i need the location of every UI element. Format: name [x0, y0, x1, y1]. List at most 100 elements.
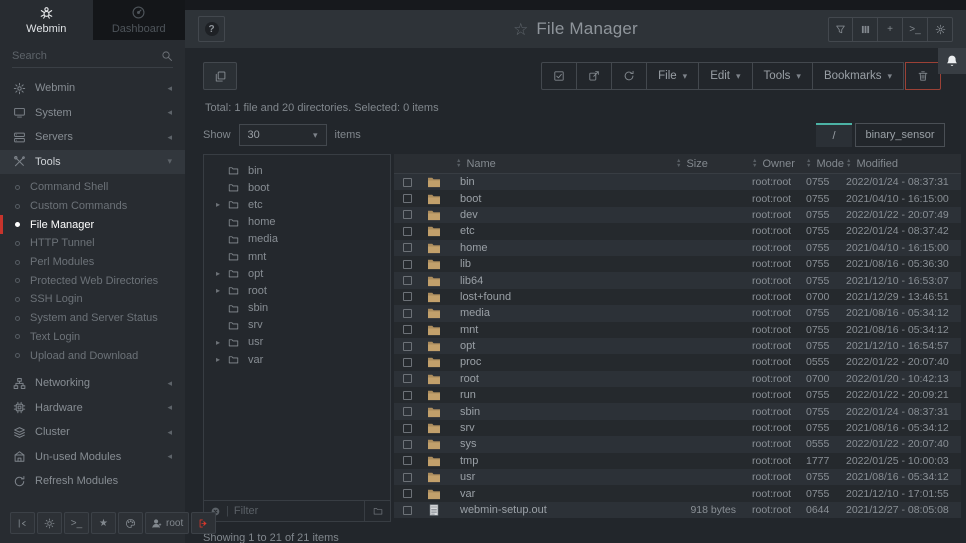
expander-icon[interactable]: ▸ — [216, 338, 227, 347]
row-checkbox[interactable] — [403, 489, 412, 498]
expander-icon[interactable]: ▸ — [216, 355, 227, 364]
sort-icon[interactable]: ▲▼ — [806, 159, 811, 168]
table-row-boot[interactable]: boot root:root 0755 2021/04/10 - 16:15:0… — [394, 190, 961, 206]
notifications-button[interactable] — [938, 48, 966, 74]
file-name[interactable]: opt — [456, 340, 676, 352]
sidebar-item-webmin[interactable]: Webmin ◂ — [0, 76, 185, 101]
row-checkbox[interactable] — [403, 440, 412, 449]
sidebar-item-file-manager[interactable]: File Manager — [0, 215, 185, 234]
terminal-button[interactable]: >_ — [903, 17, 928, 42]
file-name[interactable]: sbin — [456, 406, 676, 418]
tree-item-root[interactable]: ▸ root — [204, 282, 390, 299]
column-header-owner[interactable]: ▲▼ Owner — [752, 158, 806, 170]
logout-button[interactable] — [191, 512, 216, 534]
table-row-home[interactable]: home root:root 0755 2021/04/10 - 16:15:0… — [394, 240, 961, 256]
filter-button[interactable] — [828, 17, 853, 42]
sort-icon[interactable]: ▲▼ — [676, 159, 681, 168]
row-checkbox[interactable] — [403, 276, 412, 285]
column-header-modified[interactable]: ▲▼ Modified — [846, 158, 961, 170]
row-checkbox[interactable] — [403, 424, 412, 433]
row-checkbox[interactable] — [403, 227, 412, 236]
table-row-proc[interactable]: proc root:root 0555 2022/01/22 - 20:07:4… — [394, 354, 961, 370]
table-row-sbin[interactable]: sbin root:root 0755 2022/01/24 - 08:37:3… — [394, 403, 961, 419]
file-name[interactable]: etc — [456, 225, 676, 237]
sidebar-item-http-tunnel[interactable]: HTTP Tunnel — [0, 234, 185, 253]
path-search-input[interactable] — [855, 123, 945, 147]
select-all-button[interactable] — [541, 62, 577, 90]
tree-item-opt[interactable]: ▸ opt — [204, 265, 390, 282]
file-menu[interactable]: File▾ — [647, 62, 699, 90]
file-name[interactable]: var — [456, 488, 676, 500]
collapse-sidebar-button[interactable] — [10, 512, 35, 534]
sidebar-item-refresh-modules[interactable]: Refresh Modules — [0, 469, 185, 494]
file-name[interactable]: tmp — [456, 455, 676, 467]
sidebar-item-custom-commands[interactable]: Custom Commands — [0, 197, 185, 216]
table-row-var[interactable]: var root:root 0755 2021/12/10 - 17:01:55 — [394, 485, 961, 501]
page-size-select[interactable]: 30 ▾ — [239, 124, 327, 146]
tree-filter-input[interactable] — [234, 505, 359, 517]
column-header-mode[interactable]: ▲▼ Mode — [806, 158, 846, 170]
column-header-name[interactable]: ▲▼ Name — [456, 158, 676, 170]
table-row-media[interactable]: media root:root 0755 2021/08/16 - 05:34:… — [394, 305, 961, 321]
tree-item-home[interactable]: home — [204, 214, 390, 231]
file-name[interactable]: mnt — [456, 324, 676, 336]
tools-menu[interactable]: Tools▾ — [753, 62, 813, 90]
table-row-bin[interactable]: bin root:root 0755 2022/01/24 - 08:37:31 — [394, 174, 961, 190]
table-row-dev[interactable]: dev root:root 0755 2022/01/22 - 20:07:49 — [394, 207, 961, 223]
expander-icon[interactable]: ▸ — [216, 200, 227, 209]
tree-item-srv[interactable]: srv — [204, 317, 390, 334]
sidebar-item-perl-modules[interactable]: Perl Modules — [0, 253, 185, 272]
row-checkbox[interactable] — [403, 325, 412, 334]
sidebar-item-tools[interactable]: Tools ▾ — [0, 150, 185, 175]
bookmarks-menu[interactable]: Bookmarks▾ — [813, 62, 904, 90]
file-name[interactable]: lost+found — [456, 291, 676, 303]
tree-folder-button[interactable] — [364, 501, 390, 521]
export-button[interactable] — [577, 62, 612, 90]
file-name[interactable]: usr — [456, 471, 676, 483]
table-row-etc[interactable]: etc root:root 0755 2022/01/24 - 08:37:42 — [394, 223, 961, 239]
help-button[interactable]: ? — [198, 16, 225, 42]
table-row-lib[interactable]: lib root:root 0755 2021/08/16 - 05:36:30 — [394, 256, 961, 272]
file-name[interactable]: lib — [456, 258, 676, 270]
row-checkbox[interactable] — [403, 210, 412, 219]
tree-item-boot[interactable]: boot — [204, 179, 390, 196]
sort-icon[interactable]: ▲▼ — [752, 159, 757, 168]
sort-icon[interactable]: ▲▼ — [846, 159, 851, 168]
file-name[interactable]: webmin-setup.out — [456, 504, 676, 516]
tab-webmin[interactable]: Webmin — [0, 0, 93, 40]
tree-item-mnt[interactable]: mnt — [204, 248, 390, 265]
row-checkbox[interactable] — [403, 342, 412, 351]
palette-button[interactable] — [118, 512, 143, 534]
file-name[interactable]: run — [456, 389, 676, 401]
favorites-button[interactable]: ★ — [91, 512, 116, 534]
row-checkbox[interactable] — [403, 309, 412, 318]
sidebar-item-ssh-login[interactable]: SSH Login — [0, 290, 185, 309]
sidebar-item-protected-web-directories[interactable]: Protected Web Directories — [0, 271, 185, 290]
sidebar-item-upload-and-download[interactable]: Upload and Download — [0, 346, 185, 365]
table-row-tmp[interactable]: tmp root:root 1777 2022/01/25 - 10:00:03 — [394, 453, 961, 469]
tree-item-usr[interactable]: ▸ usr — [204, 334, 390, 351]
table-row-lib64[interactable]: lib64 root:root 0755 2021/12/10 - 16:53:… — [394, 272, 961, 288]
row-checkbox[interactable] — [403, 260, 412, 269]
row-checkbox[interactable] — [403, 194, 412, 203]
columns-button[interactable] — [853, 17, 878, 42]
favorite-star-icon[interactable]: ☆ — [513, 21, 528, 38]
table-row-webmin-setup-out[interactable]: webmin-setup.out 918 bytes root:root 064… — [394, 502, 961, 518]
table-row-usr[interactable]: usr root:root 0755 2021/08/16 - 05:34:12 — [394, 469, 961, 485]
table-row-mnt[interactable]: mnt root:root 0755 2021/08/16 - 05:34:12 — [394, 322, 961, 338]
file-name[interactable]: home — [456, 242, 676, 254]
sidebar-item-system[interactable]: System ◂ — [0, 101, 185, 126]
row-checkbox[interactable] — [403, 407, 412, 416]
tree-item-bin[interactable]: bin — [204, 162, 390, 179]
file-name[interactable]: boot — [456, 193, 676, 205]
tab-dashboard[interactable]: Dashboard — [93, 0, 186, 40]
add-button[interactable]: + — [878, 17, 903, 42]
file-name[interactable]: root — [456, 373, 676, 385]
column-header-size[interactable]: ▲▼ Size — [676, 158, 752, 170]
trash-button[interactable] — [905, 62, 941, 90]
table-row-lost-found[interactable]: lost+found root:root 0700 2021/12/29 - 1… — [394, 289, 961, 305]
file-name[interactable]: media — [456, 307, 676, 319]
file-name[interactable]: bin — [456, 176, 676, 188]
row-checkbox[interactable] — [403, 473, 412, 482]
terminal-button[interactable]: >_ — [64, 512, 89, 534]
